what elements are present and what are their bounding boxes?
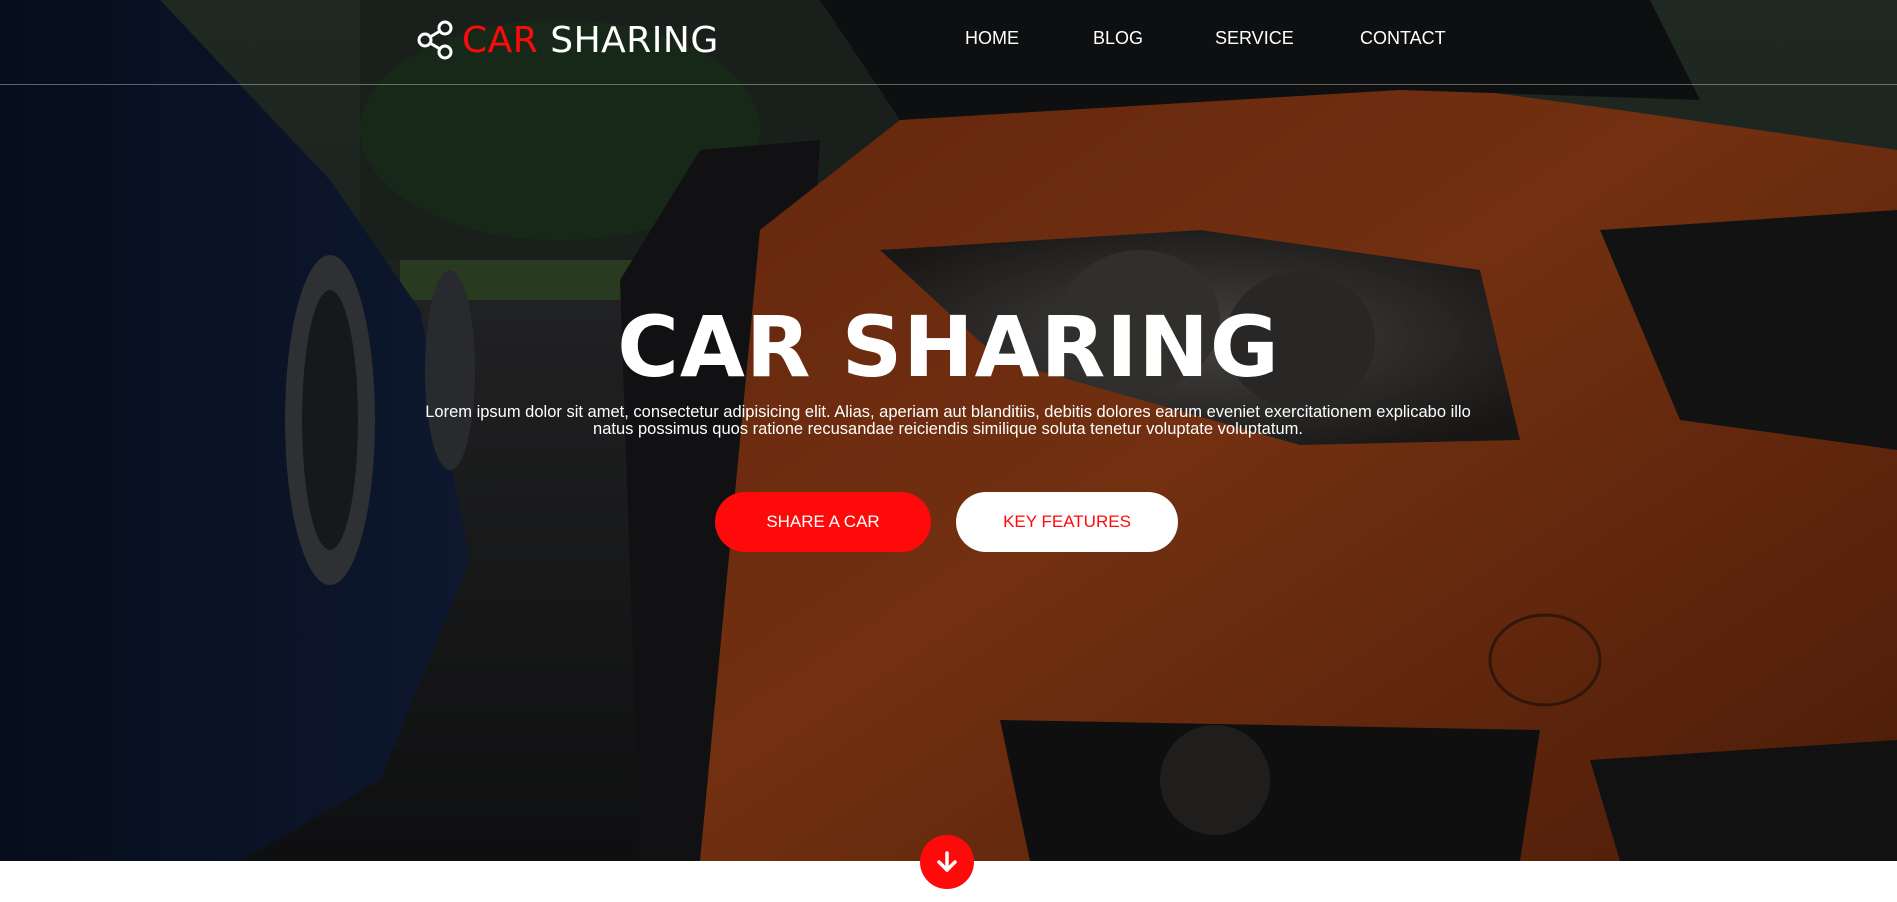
logo-text: CAR SHARING (462, 20, 719, 61)
nav-link-contact[interactable]: CONTACT (1360, 28, 1446, 49)
hero-description: Lorem ipsum dolor sit amet, consectetur … (425, 403, 1471, 438)
logo-text-accent: CAR (462, 19, 539, 61)
top-navigation: CAR SHARING HOME BLOG SERVICE CONTACT (0, 0, 1897, 85)
share-icon (417, 20, 453, 60)
hero-title: CAR SHARING (617, 298, 1280, 396)
nav-link-blog[interactable]: BLOG (1093, 28, 1143, 49)
key-features-button[interactable]: KEY FEATURES (956, 492, 1178, 552)
arrow-down-icon (937, 851, 957, 872)
nav-link-service[interactable]: SERVICE (1215, 28, 1294, 49)
site-logo[interactable]: CAR SHARING (416, 18, 719, 62)
share-a-car-button[interactable]: SHARE A CAR (715, 492, 931, 552)
scroll-down-button[interactable] (920, 835, 974, 889)
logo-text-rest: SHARING (550, 19, 719, 61)
nav-link-home[interactable]: HOME (965, 28, 1019, 49)
hero-section: CAR SHARING HOME BLOG SERVICE CONTACT CA… (0, 0, 1897, 861)
